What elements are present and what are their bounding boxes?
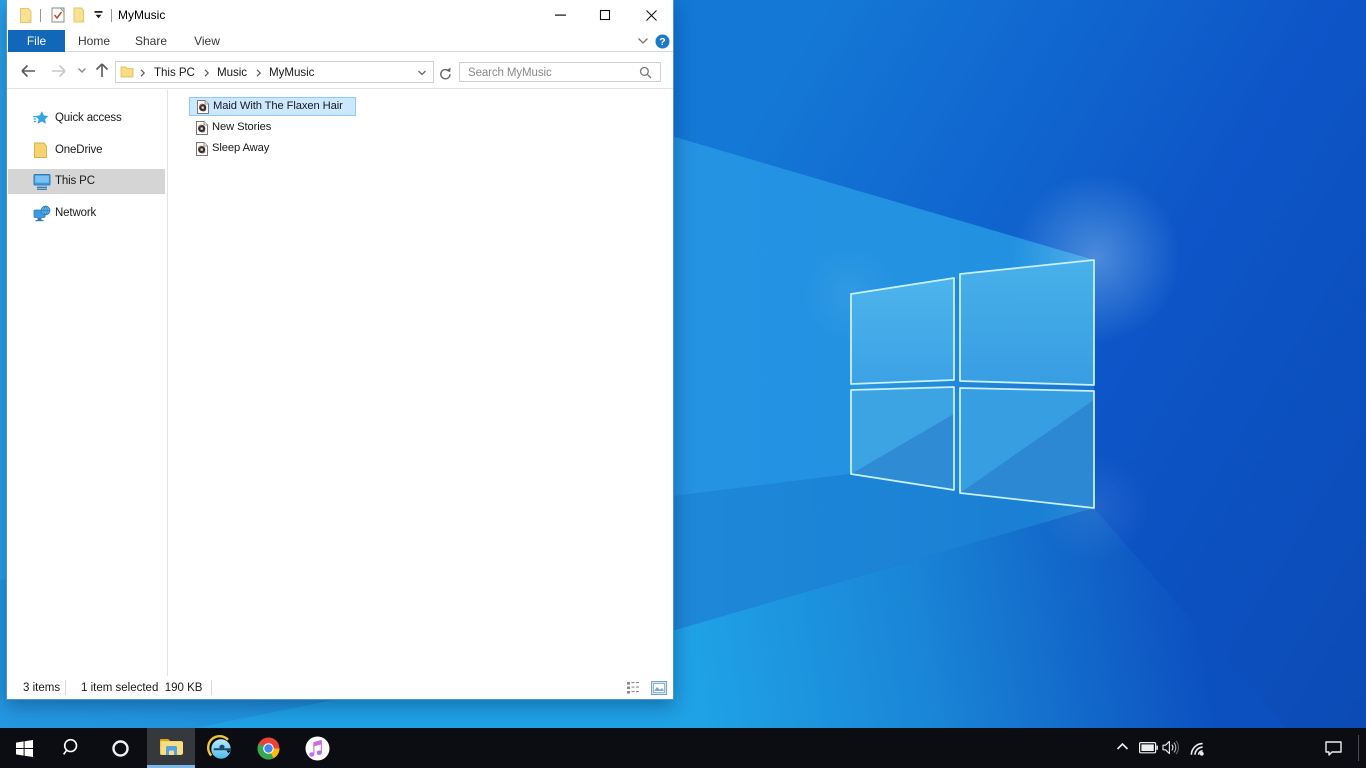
svg-text:?: ? [659,36,665,48]
